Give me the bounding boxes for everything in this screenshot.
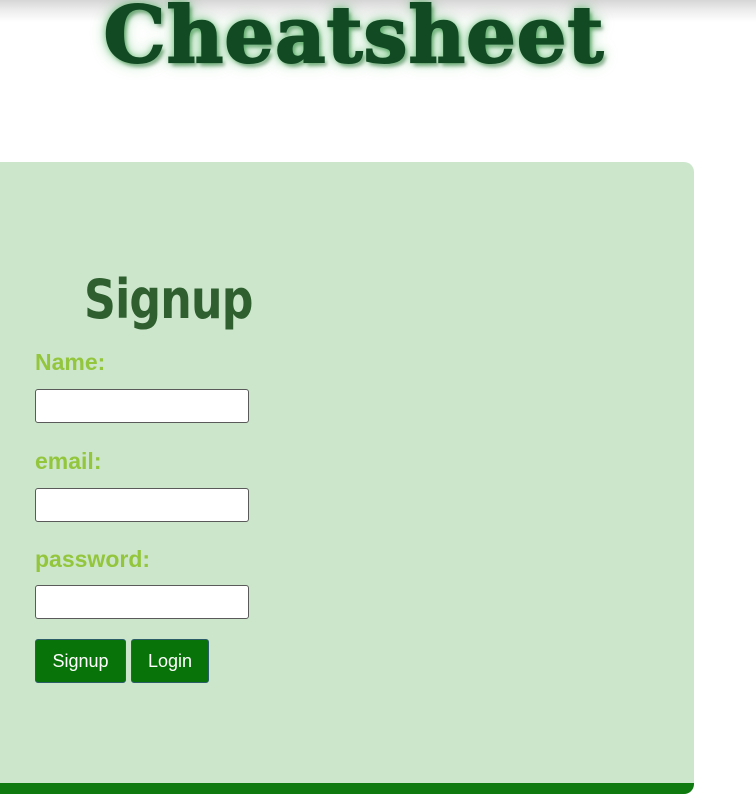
email-input[interactable] <box>35 488 249 522</box>
login-button[interactable]: Login <box>131 639 209 683</box>
password-input[interactable] <box>35 585 249 619</box>
signup-card: Signup Name: email: password: Signup Log… <box>0 162 694 794</box>
site-title: Cheatsheet <box>103 0 605 82</box>
name-label: Name: <box>35 349 106 375</box>
name-input[interactable] <box>35 389 249 423</box>
password-label: password: <box>35 546 151 572</box>
signup-button[interactable]: Signup <box>35 639 126 683</box>
email-label: email: <box>35 448 102 474</box>
signup-heading: Signup <box>84 268 253 331</box>
